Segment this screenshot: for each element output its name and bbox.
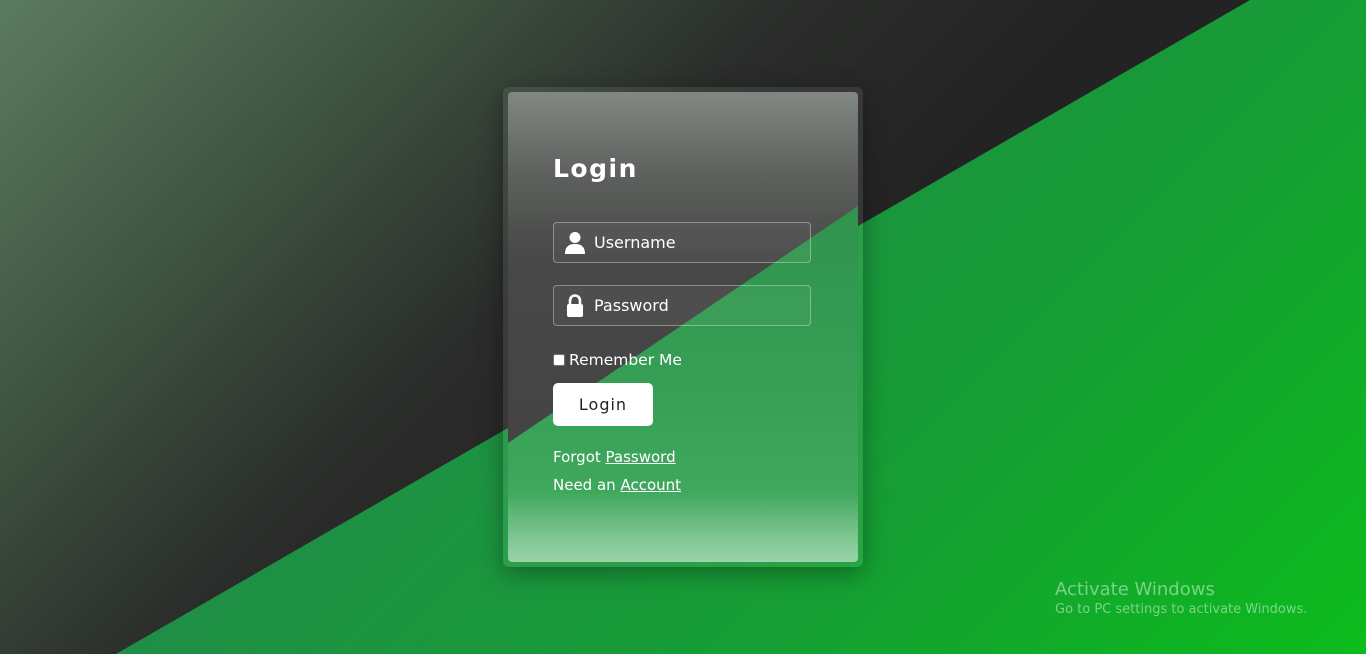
login-card: Login Remember Me Login: [503, 87, 863, 567]
login-title: Login: [553, 154, 638, 183]
windows-activation-watermark: Activate Windows Go to PC settings to ac…: [1055, 579, 1307, 617]
forgot-prefix: Forgot: [553, 448, 601, 466]
watermark-subtitle: Go to PC settings to activate Windows.: [1055, 602, 1308, 617]
remember-me-checkbox[interactable]: [553, 354, 565, 366]
remember-me-label: Remember Me: [569, 351, 682, 369]
need-account-line: Need an Account: [553, 476, 681, 494]
password-field[interactable]: [553, 285, 811, 326]
card-bottom-glow: [508, 492, 858, 562]
username-field[interactable]: [553, 222, 811, 263]
login-card-inner: Login Remember Me Login: [508, 92, 858, 562]
create-account-link[interactable]: Account: [620, 476, 681, 494]
username-input[interactable]: [594, 223, 804, 262]
login-button[interactable]: Login: [553, 383, 653, 426]
forgot-password-link[interactable]: Password: [606, 448, 676, 466]
password-input[interactable]: [594, 286, 804, 325]
user-icon: [564, 231, 586, 255]
lock-icon: [564, 294, 586, 318]
forgot-password-line: Forgot Password: [553, 448, 676, 466]
need-prefix: Need an: [553, 476, 616, 494]
watermark-title: Activate Windows: [1055, 579, 1215, 600]
remember-me[interactable]: Remember Me: [553, 351, 682, 369]
